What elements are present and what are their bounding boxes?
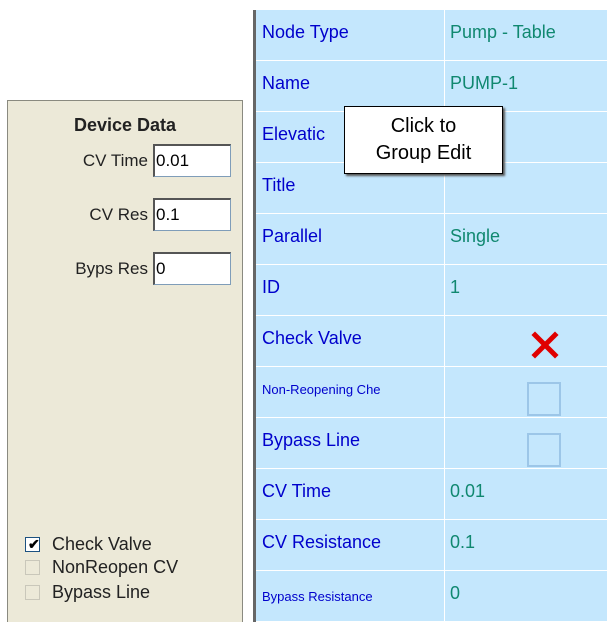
grid-name-bypass-line: Bypass Line (256, 418, 445, 469)
grid-value-node-type[interactable]: Pump - Table (445, 10, 607, 61)
cv-time-input[interactable] (153, 144, 231, 177)
check-valve-checkbox[interactable]: ✔ (25, 535, 40, 552)
bypass-line-checkbox-label: Bypass Line (52, 581, 151, 602)
grid-value-bypass-line[interactable] (445, 418, 607, 469)
grid-name-node-type: Node Type (256, 10, 445, 61)
nonreopen-cv-checkbox[interactable] (25, 559, 40, 575)
tooltip-line-1: Click to (390, 115, 457, 137)
cv-res-input[interactable] (153, 198, 231, 231)
property-grid: Node Type Pump - Table Name PUMP-1 Eleva… (253, 10, 607, 622)
nonreopen-cv-checkbox-row[interactable]: NonReopen CV (25, 555, 178, 579)
red-x-check-icon[interactable] (529, 329, 561, 361)
bypass-line-checkbox[interactable] (25, 584, 40, 600)
device-data-panel: Device Data CV Time CV Res Byps Res ✔ Ch… (7, 100, 243, 622)
grid-value-non-reopening[interactable] (445, 367, 607, 418)
cv-res-label: CV Res (89, 205, 148, 224)
check-valve-checkbox-label: Check Valve (52, 533, 152, 554)
byps-res-input[interactable] (153, 252, 231, 285)
grid-row-non-reopening[interactable]: Non-Reopening Che (256, 367, 607, 418)
grid-name-name: Name (256, 61, 445, 112)
check-valve-checkbox-row[interactable]: ✔ Check Valve (25, 532, 152, 556)
grid-value-check-valve[interactable] (445, 316, 607, 367)
cv-time-label: CV Time (82, 151, 148, 170)
grid-value-parallel[interactable]: Single (445, 214, 607, 265)
non-reopening-checkbox[interactable] (527, 382, 561, 416)
grid-row-parallel[interactable]: Parallel Single (256, 214, 607, 265)
grid-name-check-valve: Check Valve (256, 316, 445, 367)
grid-value-cv-time[interactable]: 0.01 (445, 469, 607, 520)
tooltip-line-2: Group Edit (375, 142, 472, 164)
grid-name-bypass-resistance: Bypass Resistance (256, 571, 445, 622)
nonreopen-cv-checkbox-label: NonReopen CV (52, 556, 179, 577)
grid-value-name[interactable]: PUMP-1 (445, 61, 607, 112)
group-edit-tooltip: Click to Group Edit (344, 106, 503, 174)
grid-row-node-type[interactable]: Node Type Pump - Table (256, 10, 607, 61)
bypass-line-grid-checkbox[interactable] (527, 433, 561, 467)
grid-name-id: ID (256, 265, 445, 316)
grid-value-bypass-resistance[interactable]: 0 (445, 571, 607, 622)
device-data-title: Device Data (73, 115, 177, 135)
grid-row-cv-time[interactable]: CV Time 0.01 (256, 469, 607, 520)
grid-row-bypass-line[interactable]: Bypass Line (256, 418, 607, 469)
grid-row-check-valve[interactable]: Check Valve (256, 316, 607, 367)
grid-value-id[interactable]: 1 (445, 265, 607, 316)
grid-value-cv-resistance[interactable]: 0.1 (445, 520, 607, 571)
grid-row-name[interactable]: Name PUMP-1 (256, 61, 607, 112)
grid-name-cv-resistance: CV Resistance (256, 520, 445, 571)
grid-row-id[interactable]: ID 1 (256, 265, 607, 316)
grid-name-non-reopening: Non-Reopening Che (256, 367, 445, 418)
bypass-line-checkbox-row[interactable]: Bypass Line (25, 580, 150, 604)
grid-row-cv-resistance[interactable]: CV Resistance 0.1 (256, 520, 607, 571)
grid-row-bypass-resistance[interactable]: Bypass Resistance 0 (256, 571, 607, 622)
byps-res-label: Byps Res (75, 259, 148, 278)
grid-name-parallel: Parallel (256, 214, 445, 265)
checkmark-icon: ✔ (28, 535, 40, 552)
grid-name-cv-time: CV Time (256, 469, 445, 520)
